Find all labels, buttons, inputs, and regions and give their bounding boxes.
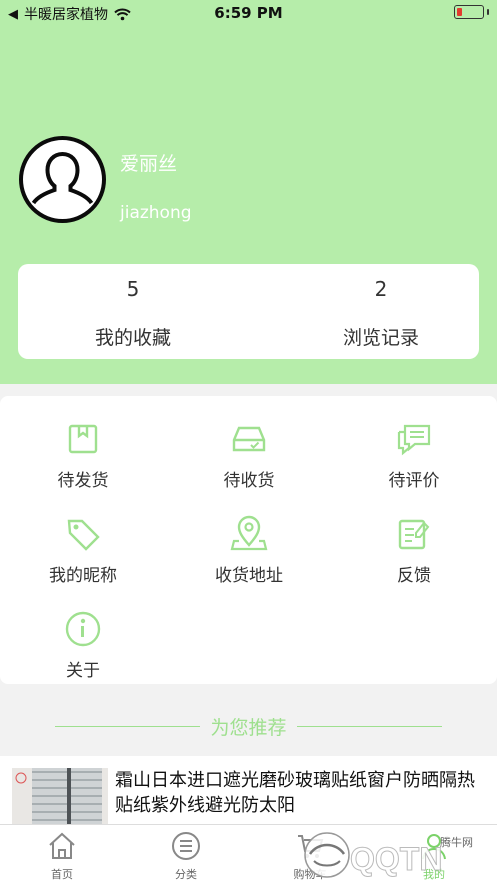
menu-item-address[interactable]: 收货地址 [166,515,332,586]
menu-item-to-ship[interactable]: 待发货 [0,420,166,491]
user-icon [422,834,446,860]
menu-label-to-review: 待评价 [388,471,440,491]
menu-item-about[interactable]: 关于 [0,610,166,681]
tab-label-mine: 我的 [423,868,445,881]
cart-icon [298,835,324,858]
divider-line-right [296,725,442,727]
recommend-heading: 为您推荐 [0,710,497,742]
tab-home[interactable]: 首页 [0,831,124,882]
info-icon [65,611,101,647]
order-menu: 待发货 待收货 待评价 我的昵称 收货地址 反馈 关于 [0,396,497,684]
tab-mine[interactable]: 我的 [372,831,496,882]
menu-item-to-review[interactable]: 待评价 [331,420,497,491]
username: 爱丽丝 [120,153,178,175]
tab-cart[interactable]: 购物车 [248,831,372,882]
menu-label-feedback: 反馈 [397,566,431,586]
location-icon [230,515,268,551]
menu-item-to-receive[interactable]: 待收货 [166,420,332,491]
inbox-icon [232,426,266,452]
list-icon [172,832,200,860]
history-count: 2 [374,277,388,301]
favorites-label: 我的收藏 [94,327,171,349]
home-icon [49,832,75,859]
tab-label-category: 分类 [175,868,197,881]
divider-line-left [55,725,201,727]
product-title: 霜山日本进口遮光磨砂玻璃贴纸窗户防晒隔热贴纸紫外线避光防太阳 [115,770,475,816]
comment-icon [397,424,431,456]
history-stat[interactable]: 2 浏览记录 [266,264,496,359]
user-silhouette-icon [31,152,94,205]
recommend-title: 为您推荐 [210,716,287,739]
status-bar: ◀ 半暖居家植物 6:59 PM [0,0,497,26]
tab-category[interactable]: 分类 [124,831,248,882]
box-icon [68,424,98,454]
user-id: jiazhong [120,203,192,223]
battery-icon [454,5,484,19]
menu-item-nickname[interactable]: 我的昵称 [0,515,166,586]
favorites-count: 5 [126,277,140,301]
status-time: 6:59 PM [214,4,283,22]
profile-header: 爱丽丝 jiazhong 5 我的收藏 2 浏览记录 [0,0,497,384]
stats-card: 5 我的收藏 2 浏览记录 [18,264,479,359]
tab-label-cart: 购物车 [293,868,327,881]
menu-label-to-ship: 待发货 [57,471,109,491]
avatar[interactable] [19,136,106,223]
favorites-stat[interactable]: 5 我的收藏 [18,264,248,359]
menu-label-to-receive: 待收货 [223,471,275,491]
menu-label-about: 关于 [66,661,100,681]
feedback-icon [398,519,430,550]
tag-icon [67,519,100,551]
history-label: 浏览记录 [342,327,419,349]
battery-indicator [454,5,489,19]
product-image [12,768,108,828]
tab-bar: 首页 分类 购物车 我的 [0,824,497,883]
product-card[interactable]: 霜山日本进口遮光磨砂玻璃贴纸窗户防晒隔热贴纸紫外线避光防太阳 [0,756,497,828]
menu-item-feedback[interactable]: 反馈 [331,515,497,586]
menu-label-address: 收货地址 [215,566,283,586]
menu-label-nickname: 我的昵称 [49,566,117,586]
tab-label-home: 首页 [51,868,73,881]
